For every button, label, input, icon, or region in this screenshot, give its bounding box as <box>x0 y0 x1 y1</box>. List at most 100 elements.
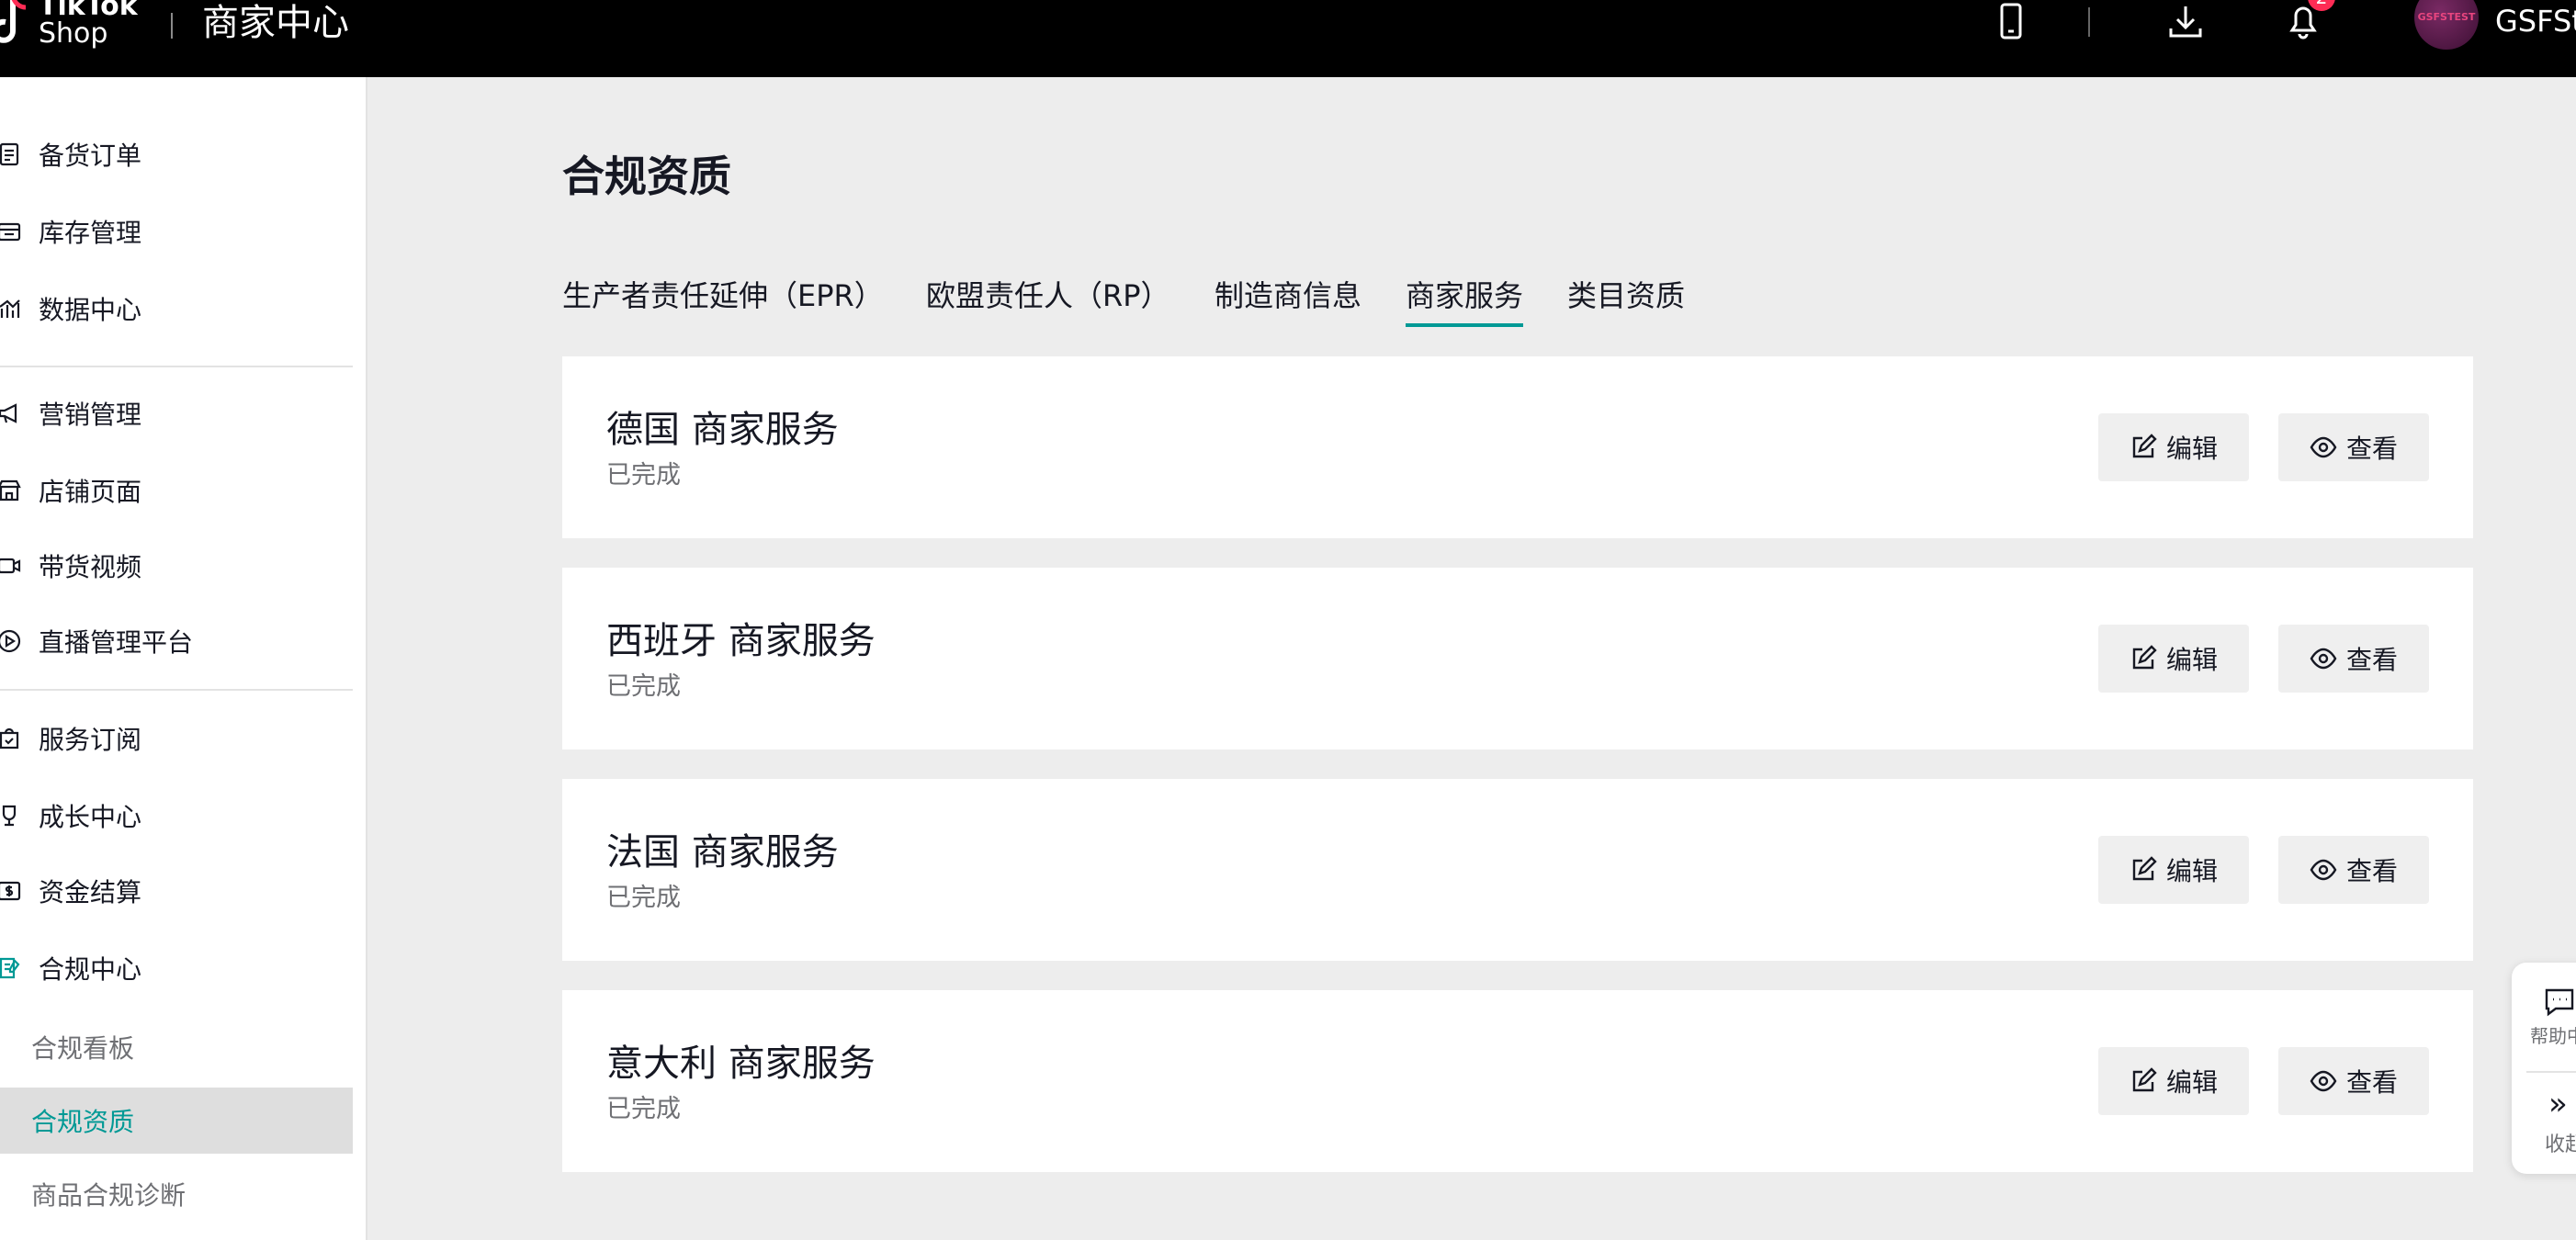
sidebar-subitem-label: 合规资质 <box>31 1107 135 1137</box>
live-icon <box>0 628 22 654</box>
collapse-label[interactable]: 收起 <box>2545 1128 2576 1157</box>
page-title: 合规资质 <box>562 152 731 201</box>
trophy-icon <box>0 803 22 829</box>
mobile-icon[interactable] <box>1997 0 2025 42</box>
edit-button[interactable]: 编辑 <box>2098 836 2249 904</box>
card-title: 德国 商家服务 <box>606 409 839 451</box>
sidebar-item-subscription[interactable]: 服务订阅 <box>0 711 353 766</box>
edit-button[interactable]: 编辑 <box>2098 625 2249 693</box>
edit-label: 编辑 <box>2165 1067 2218 1098</box>
subscription-icon <box>0 726 22 751</box>
user-name[interactable]: GSFStest <box>2495 0 2576 42</box>
view-button[interactable]: 查看 <box>2278 625 2429 693</box>
view-label: 查看 <box>2345 434 2398 464</box>
download-icon[interactable] <box>2166 0 2205 42</box>
tiktok-shop-logo[interactable]: TikTok Shop <box>0 0 138 51</box>
card-title: 法国 商家服务 <box>606 831 839 874</box>
sidebar-item-stock-orders[interactable]: 备货订单 <box>0 127 353 182</box>
service-card: 西班牙 商家服务 已完成 编辑 查看 <box>562 568 2473 750</box>
sidebar-item-settlement[interactable]: 资金结算 <box>0 863 353 919</box>
money-icon <box>0 878 22 904</box>
help-center-label[interactable]: 帮助中心 <box>2530 1021 2576 1048</box>
card-status: 已完成 <box>606 672 681 701</box>
service-card: 意大利 商家服务 已完成 编辑 查看 <box>562 990 2473 1172</box>
view-label: 查看 <box>2345 645 2398 675</box>
eye-icon <box>2310 859 2337 881</box>
sidebar-item-label: 直播管理平台 <box>39 627 194 658</box>
card-title: 意大利 商家服务 <box>606 1043 876 1085</box>
tab-epr[interactable]: 生产者责任延伸（EPR） <box>562 272 884 320</box>
sidebar-item-inventory[interactable]: 库存管理 <box>0 204 353 259</box>
edit-label: 编辑 <box>2165 645 2218 675</box>
sidebar-item-marketing[interactable]: 营销管理 <box>0 386 353 441</box>
sidebar-item-label: 合规中心 <box>39 954 142 985</box>
view-label: 查看 <box>2345 1067 2398 1098</box>
sidebar-subitem-compliance-dashboard[interactable]: 合规看板 <box>0 1014 353 1080</box>
sidebar-item-label: 备货订单 <box>39 141 142 171</box>
tab-category-qualifications[interactable]: 类目资质 <box>1567 272 1685 320</box>
card-status: 已完成 <box>606 884 681 912</box>
sidebar-divider <box>0 689 353 691</box>
edit-icon <box>2132 434 2157 458</box>
edit-icon <box>2132 645 2157 670</box>
sidebar-item-label: 成长中心 <box>39 802 142 832</box>
tab-eu-rp[interactable]: 欧盟责任人（RP） <box>926 272 1170 320</box>
edit-label: 编辑 <box>2165 434 2218 464</box>
eye-icon <box>2310 648 2337 670</box>
edit-button[interactable]: 编辑 <box>2098 413 2249 481</box>
edit-label: 编辑 <box>2165 856 2218 886</box>
sidebar: 备货订单 库存管理 数据中心 营销管理 店铺页面 带货视频 直播管理平台 服务订… <box>0 77 367 1240</box>
brand-title: 商家中心 <box>202 2 349 44</box>
compliance-icon <box>0 955 22 981</box>
float-divider <box>2526 1071 2576 1073</box>
chart-icon <box>0 296 22 321</box>
sidebar-item-label: 带货视频 <box>39 552 142 582</box>
topbar-separator <box>2088 7 2090 37</box>
double-chevron-right-icon[interactable]: » <box>2548 1086 2568 1122</box>
sidebar-item-videos[interactable]: 带货视频 <box>0 538 353 593</box>
view-button[interactable]: 查看 <box>2278 836 2429 904</box>
sidebar-item-label: 营销管理 <box>39 400 142 430</box>
video-icon <box>0 553 22 579</box>
sidebar-subitem-label: 合规看板 <box>31 1033 135 1064</box>
chat-help-icon[interactable] <box>2543 985 2576 1021</box>
tab-merchant-service[interactable]: 商家服务 <box>1406 272 1524 327</box>
sidebar-item-label: 数据中心 <box>39 295 142 325</box>
sidebar-item-live[interactable]: 直播管理平台 <box>0 614 353 669</box>
logo-shop-text: Shop <box>39 17 108 50</box>
service-card: 法国 商家服务 已完成 编辑 查看 <box>562 779 2473 961</box>
eye-icon <box>2310 1070 2337 1092</box>
sidebar-item-label: 服务订阅 <box>39 725 142 755</box>
sidebar-item-data-center[interactable]: 数据中心 <box>0 281 353 336</box>
avatar[interactable]: GSFSTEST <box>2414 0 2479 50</box>
sidebar-subitem-compliance-qualifications[interactable]: 合规资质 <box>0 1088 353 1154</box>
floating-help-panel: 帮助中心 » 收起 <box>2512 963 2576 1174</box>
edit-button[interactable]: 编辑 <box>2098 1047 2249 1115</box>
top-bar: TikTok Shop 商家中心 2 GSFSTEST GSFStest <box>0 0 2576 77</box>
sidebar-divider <box>0 366 353 367</box>
eye-icon <box>2310 436 2337 458</box>
sidebar-item-label: 库存管理 <box>39 218 142 248</box>
tab-manufacturer-info[interactable]: 制造商信息 <box>1215 272 1361 320</box>
edit-icon <box>2132 856 2157 881</box>
order-list-icon <box>0 141 22 167</box>
edit-icon <box>2132 1067 2157 1092</box>
sidebar-subitem-label: 商品合规诊断 <box>31 1180 186 1211</box>
card-status: 已完成 <box>606 1095 681 1123</box>
sidebar-item-store-page[interactable]: 店铺页面 <box>0 463 353 518</box>
service-card: 德国 商家服务 已完成 编辑 查看 <box>562 356 2473 538</box>
inventory-icon <box>0 219 22 244</box>
brand-divider <box>171 13 173 39</box>
view-label: 查看 <box>2345 856 2398 886</box>
sidebar-item-label: 资金结算 <box>39 877 142 907</box>
sidebar-item-compliance-center[interactable]: 合规中心 <box>0 941 353 996</box>
sidebar-subitem-product-compliance-diagnosis[interactable]: 商品合规诊断 <box>0 1161 353 1227</box>
store-icon <box>0 478 22 503</box>
sidebar-item-growth[interactable]: 成长中心 <box>0 788 353 843</box>
view-button[interactable]: 查看 <box>2278 1047 2429 1115</box>
view-button[interactable]: 查看 <box>2278 413 2429 481</box>
card-title: 西班牙 商家服务 <box>606 620 876 662</box>
tiktok-note-icon <box>0 0 27 43</box>
sidebar-item-label: 店铺页面 <box>39 477 142 507</box>
card-status: 已完成 <box>606 461 681 490</box>
